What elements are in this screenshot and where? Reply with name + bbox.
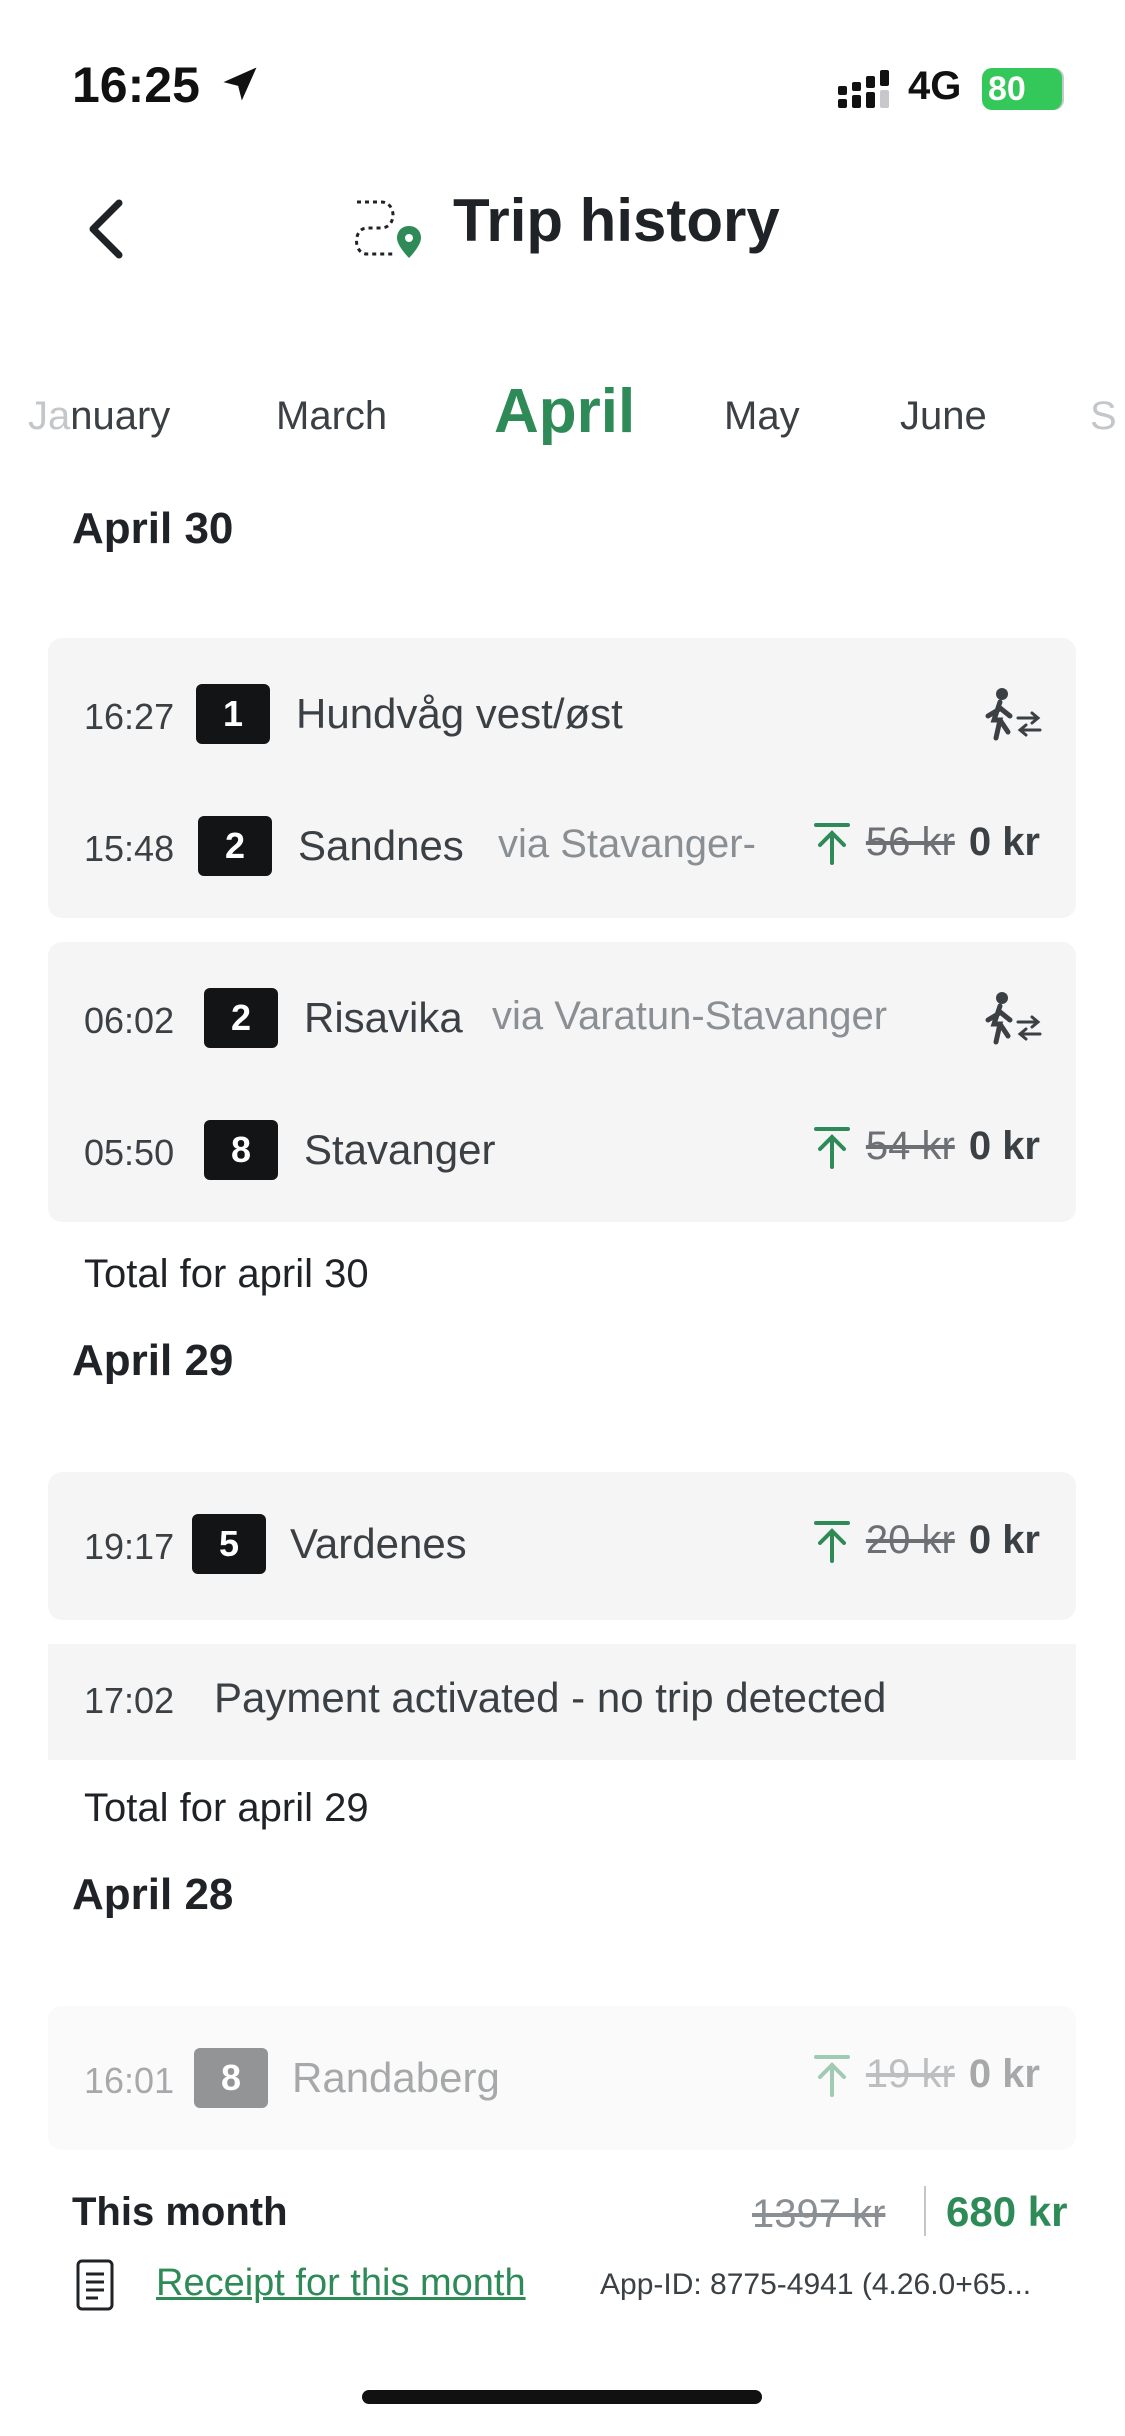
arrow-up-icon [813, 1520, 850, 1563]
trip-time: 05:50 [84, 1132, 175, 1173]
trip-time: 19:17 [84, 1526, 175, 1567]
trip-time: 15:48 [84, 828, 175, 869]
month-selector: January March April May June S [0, 370, 1125, 470]
trip-time: 06:02 [84, 1000, 175, 1041]
line-badge: 1 [196, 684, 270, 744]
receipt-link[interactable]: Receipt for this month [156, 2262, 526, 2305]
line-badge: 2 [198, 816, 272, 876]
original-price: 56 kr [865, 820, 955, 864]
trip-time: 16:27 [84, 696, 175, 737]
route-icon [355, 200, 421, 258]
discounted-price: 0 kr [968, 1124, 1040, 1168]
trip-time: 16:01 [84, 2060, 175, 2101]
original-price: 54 kr [865, 1124, 955, 1168]
arrow-up-icon [813, 822, 850, 865]
trip-row[interactable]: 15:48 2 Sandnes via Stavanger- 56 kr 0 k… [48, 810, 1076, 890]
day-title: April 28 [72, 1870, 234, 1919]
arrow-up-icon [813, 1126, 850, 1169]
day-total-label: Total for april 30 [84, 1252, 369, 1296]
trip-via: via Varatun-Stavanger [492, 994, 888, 1038]
tab-label: January [28, 394, 171, 438]
status-time: 16:25 [72, 57, 200, 113]
page-title: Trip history [453, 187, 780, 254]
price: 56 kr 0 kr [812, 820, 1040, 865]
event-text: Payment activated - no trip detected [214, 1674, 887, 1721]
app-id: App-ID: 8775-4941 (4.26.0+65... [600, 2268, 1032, 2301]
discounted-price: 0 kr [968, 2052, 1040, 2096]
price: 20 kr 0 kr [812, 1518, 1040, 1563]
header: Trip history [0, 170, 1125, 290]
trip-row[interactable]: 06:02 2 Risavika via Varatun-Stavanger [48, 982, 1076, 1062]
original-price: 20 kr [865, 1518, 955, 1562]
trip-destination: Randaberg [292, 2054, 500, 2101]
trip-destination: Hundvåg vest/øst [296, 690, 623, 737]
tab-june[interactable]: June [900, 394, 987, 439]
trip-via: via Stavanger- [498, 822, 756, 866]
status-bar: 16:25 4G 80 [0, 0, 1125, 140]
trip-destination: Sandnes [298, 822, 464, 869]
line-badge: 2 [204, 988, 278, 1048]
day-title: April 30 [72, 504, 234, 553]
signal-icon [838, 70, 889, 108]
month-summary: This month 1397 kr 680 kr Receipt for th… [0, 2150, 1125, 2436]
price: 54 kr 0 kr [812, 1124, 1040, 1169]
month-total-paid: 680 kr [946, 2188, 1068, 2235]
receipt-icon [76, 2259, 114, 2311]
original-price: 19 kr [865, 2052, 955, 2096]
trip-destination: Vardenes [290, 1520, 467, 1567]
arrow-up-icon [813, 2054, 850, 2097]
transfer-icon [985, 992, 1042, 1045]
day-total-label: Total for april 29 [84, 1786, 369, 1830]
line-badge: 5 [192, 1514, 266, 1574]
trip-destination: Stavanger [304, 1126, 496, 1173]
trip-card[interactable]: 19:17 5 Vardenes 20 kr 0 kr [48, 1472, 1076, 1620]
trip-card[interactable]: 06:02 2 Risavika via Varatun-Stavanger 0… [48, 942, 1076, 1222]
line-badge: 8 [204, 1120, 278, 1180]
month-total-original: 1397 kr [752, 2192, 886, 2236]
battery-icon: 80 [982, 68, 1062, 110]
trip-card[interactable]: 16:27 1 Hundvåg vest/øst 15:48 2 Sandnes… [48, 638, 1076, 918]
day-title: April 29 [72, 1336, 234, 1385]
tab-may[interactable]: May [724, 394, 800, 439]
home-indicator[interactable] [362, 2390, 762, 2404]
tab-april[interactable]: April [494, 376, 635, 447]
line-badge: 8 [194, 2048, 268, 2108]
trip-row[interactable]: 05:50 8 Stavanger 54 kr 0 kr [48, 1114, 1076, 1194]
chevron-left-icon [89, 199, 123, 259]
location-arrow-icon [223, 67, 257, 101]
tab-march[interactable]: March [276, 394, 387, 439]
divider [924, 2186, 926, 2236]
payment-event-card[interactable]: 17:02 Payment activated - no trip detect… [48, 1644, 1076, 1760]
price: 19 kr 0 kr [812, 2052, 1040, 2097]
trip-destination: Risavika [304, 994, 463, 1041]
tab-january[interactable]: January [28, 394, 170, 439]
month-total-label: This month [72, 2190, 288, 2234]
trip-row[interactable]: 16:01 8 Randaberg 19 kr 0 kr [48, 2042, 1076, 2122]
trip-row[interactable]: 16:27 1 Hundvåg vest/øst [48, 678, 1076, 758]
trip-row[interactable]: 19:17 5 Vardenes 20 kr 0 kr [48, 1508, 1076, 1588]
trip-card[interactable]: 16:01 8 Randaberg 19 kr 0 kr [48, 2006, 1076, 2150]
discounted-price: 0 kr [968, 820, 1040, 864]
discounted-price: 0 kr [968, 1518, 1040, 1562]
network-label: 4G [908, 64, 962, 108]
transfer-icon [985, 688, 1042, 741]
tab-next[interactable]: S [1090, 394, 1117, 439]
back-button[interactable] [70, 194, 140, 264]
event-time: 17:02 [84, 1680, 175, 1721]
